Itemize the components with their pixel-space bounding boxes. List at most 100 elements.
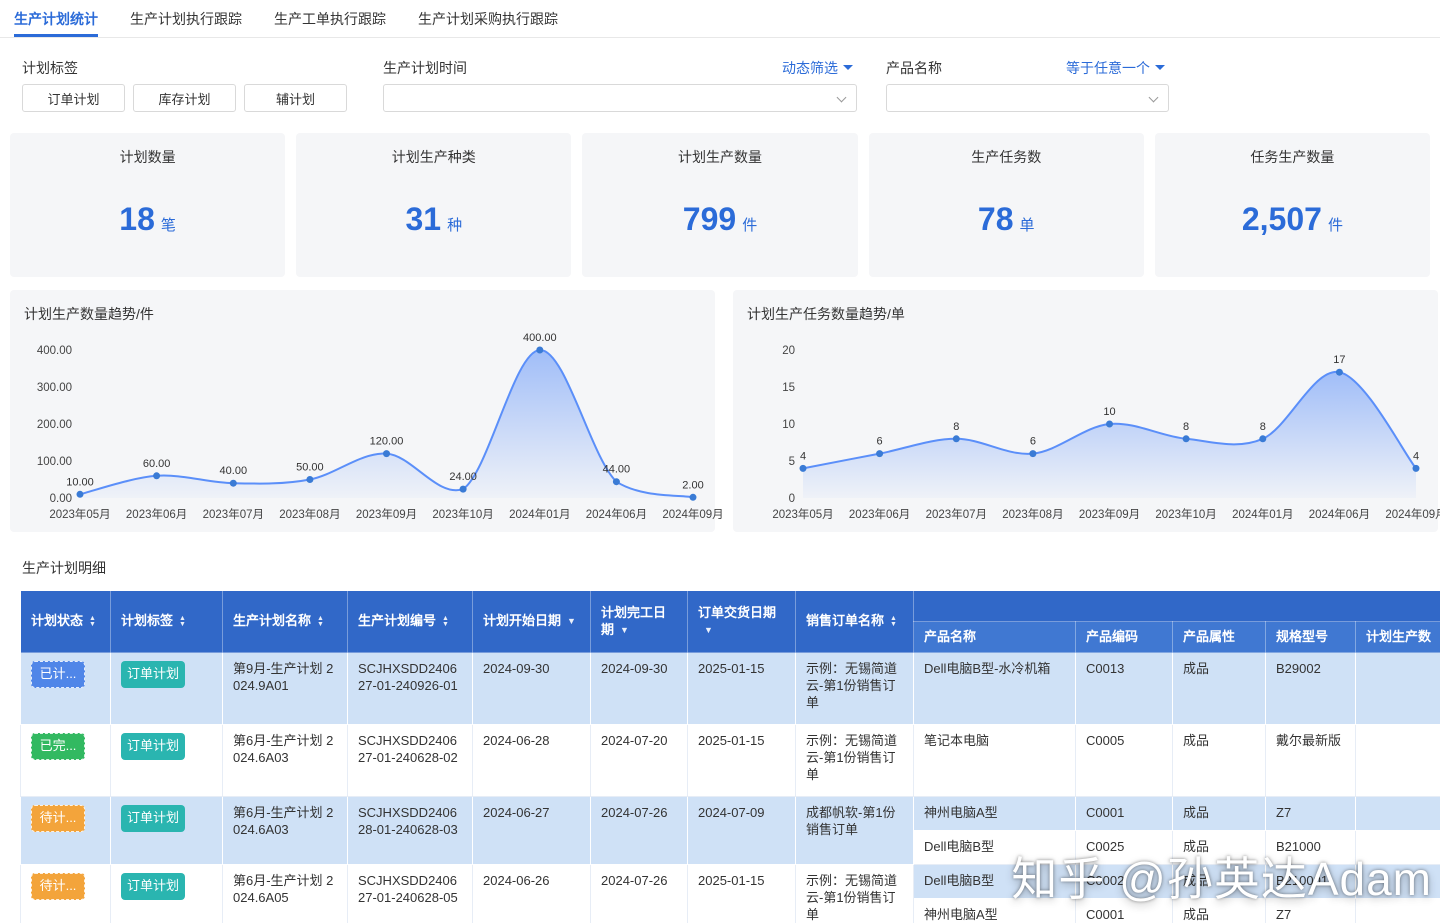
column-header-6[interactable]: 计划完工日期 ▼	[590, 590, 688, 653]
stat-card-title: 计划生产种类	[391, 149, 476, 165]
product-spec-cell: B210001	[1265, 863, 1356, 899]
plan-time-select[interactable]	[383, 84, 857, 112]
stat-card-5: 任务生产数量 2,507 件	[1154, 133, 1431, 277]
svg-text:20: 20	[782, 345, 795, 357]
svg-text:2023年05月: 2023年05月	[49, 507, 110, 521]
svg-text:2024年01月: 2024年01月	[1232, 507, 1293, 521]
status-cell: 已计...	[20, 652, 111, 725]
start-date-cell: 2024-06-28	[472, 724, 591, 797]
table-row[interactable]: 已完... 订单计划 第6月-生产计划 2024.6A03 SCJHXSDD24062…	[20, 724, 1440, 797]
svg-text:2.00: 2.00	[682, 479, 703, 491]
column-header-2[interactable]: 计划标签 ▲ ▼	[110, 590, 223, 653]
plan-name-cell: 第6月-生产计划 2024.6A03	[222, 724, 348, 797]
svg-text:2024年01月: 2024年01月	[509, 507, 570, 521]
stat-card-title: 生产任务数	[971, 149, 1042, 165]
stat-card-2: 计划生产种类 31 种	[296, 133, 572, 277]
svg-text:400.00: 400.00	[523, 332, 557, 344]
product-column-header-5[interactable]: 计划生产数	[1354, 621, 1440, 653]
delivery-date-cell: 2025-01-15	[687, 724, 796, 797]
product-column-header-1[interactable]: 产品名称	[913, 621, 1076, 653]
plan-tag-cell: 订单计划	[110, 863, 223, 923]
svg-text:2023年07月: 2023年07月	[203, 507, 264, 521]
product-code-cell: C0005	[1075, 724, 1173, 797]
plan-time-label: 生产计划时间	[383, 60, 467, 76]
svg-text:2024年06月: 2024年06月	[1309, 507, 1370, 521]
plan-label-option-2[interactable]: 库存计划	[133, 84, 236, 112]
start-date-cell: 2024-09-30	[472, 652, 591, 725]
plan-label-option-1[interactable]: 订单计划	[22, 84, 125, 112]
status-badge: 待计...	[31, 872, 85, 900]
product-name-select[interactable]	[886, 84, 1169, 112]
column-header-1[interactable]: 计划状态 ▲ ▼	[20, 590, 111, 653]
plan-tag-badge: 订单计划	[121, 661, 186, 688]
svg-text:24.00: 24.00	[449, 471, 477, 483]
product-spec-cell: 戴尔最新版	[1265, 724, 1356, 797]
svg-text:2024年06月: 2024年06月	[586, 507, 647, 521]
product-name-label: 产品名称	[886, 60, 942, 76]
tab-4[interactable]: 生产计划采购执行跟踪	[418, 0, 558, 37]
product-column-header-3[interactable]: 产品属性	[1172, 621, 1266, 653]
plan-tag-badge: 订单计划	[121, 733, 186, 760]
svg-text:5: 5	[789, 456, 795, 468]
svg-text:2024年09月: 2024年09月	[662, 507, 723, 521]
plan-qty-cell	[1354, 796, 1440, 831]
plan-label-option-3[interactable]: 辅计划	[244, 84, 347, 112]
sort-down-icon[interactable]: ▼	[620, 625, 629, 635]
product-spec-cell: Z7	[1265, 796, 1356, 831]
plan-name-cell: 第6月-生产计划 2024.6A05	[222, 863, 348, 923]
product-column-header-4[interactable]: 规格型号	[1265, 621, 1356, 653]
tab-3[interactable]: 生产工单执行跟踪	[274, 0, 386, 37]
stat-card-value: 799 件	[682, 201, 758, 237]
filter-section: 计划标签 订单计划 库存计划 辅计划 生产计划时间 动态筛选 产品名称 等于任意一个	[0, 50, 1440, 122]
table-row[interactable]: 待计... 订单计划 第6月-生产计划 2024.6A05 SCJHXSDD24062…	[20, 863, 1440, 923]
dynamic-filter-link[interactable]: 动态筛选	[782, 58, 853, 78]
svg-text:2023年06月: 2023年06月	[849, 507, 910, 521]
tab-2[interactable]: 生产计划执行跟踪	[130, 0, 242, 37]
sort-icon[interactable]: ▲ ▼	[317, 615, 324, 628]
stat-cards-row: 计划数量 18 笔 计划生产种类 31 种 计划生产数量 799 件 生产任务数 78…	[10, 133, 1431, 277]
sort-icon[interactable]: ▲ ▼	[890, 615, 897, 628]
svg-text:17: 17	[1333, 354, 1345, 366]
status-cell: 待计...	[20, 863, 111, 923]
svg-text:10: 10	[1103, 406, 1115, 418]
start-date-cell: 2024-06-27	[472, 796, 591, 865]
column-header-7[interactable]: 订单交货日期 ▼	[687, 590, 796, 653]
plan-no-cell: SCJHXSDD240628-01-240628-03	[347, 796, 473, 865]
sort-down-icon[interactable]: ▼	[567, 617, 576, 626]
delivery-date-cell: 2025-01-15	[687, 652, 796, 725]
product-name-cell: Dell电脑B型-水冷机箱	[913, 652, 1076, 725]
column-header-4[interactable]: 生产计划编号 ▲ ▼	[347, 590, 473, 653]
sort-icon[interactable]: ▲ ▼	[179, 615, 186, 628]
svg-text:6: 6	[1030, 436, 1036, 448]
sort-icon[interactable]: ▲ ▼	[89, 615, 96, 628]
equals-any-link[interactable]: 等于任意一个	[1066, 58, 1165, 78]
finish-date-cell: 2024-07-26	[590, 863, 688, 923]
sort-icon[interactable]: ▲ ▼	[442, 615, 449, 628]
column-header-8[interactable]: 销售订单名称 ▲ ▼	[795, 590, 914, 653]
stat-card-title: 计划生产数量	[678, 149, 762, 165]
product-column-header-2[interactable]: 产品编码	[1075, 621, 1173, 653]
plan-detail-table-wrap: 计划状态 ▲ ▼ 计划标签 ▲ ▼ 生产计划名称 ▲ ▼ 生产计划编号 ▲ ▼ 计划开始日期 ▼ 计划完工日…	[20, 590, 1440, 923]
task-trend-panel: 计划生产任务数量趋势/单 0 5 10 15 20 4 2023年05月 6 2023年06月 8…	[733, 290, 1440, 532]
table-row[interactable]: 已计... 订单计划 第9月-生产计划 2024.9A01 SCJHXSDD24062…	[20, 652, 1440, 725]
column-header-5[interactable]: 计划开始日期 ▼	[472, 590, 591, 653]
svg-text:2023年09月: 2023年09月	[356, 507, 417, 521]
plan-qty-cell	[1354, 897, 1440, 923]
svg-text:2023年09月: 2023年09月	[1079, 507, 1140, 521]
plan-no-cell: SCJHXSDD240627-01-240628-05	[347, 863, 473, 923]
stat-card-title: 计划数量	[119, 149, 176, 165]
sort-down-icon[interactable]: ▼	[704, 625, 713, 635]
stat-card-1: 计划数量 18 笔	[10, 133, 286, 277]
charts-row: 计划生产数量趋势/件 0.00 100.00 200.00 300.00 400.00 1…	[10, 290, 1440, 532]
chart-title: 计划生产任务数量趋势/单	[747, 306, 905, 322]
top-tab-bar: 生产计划统计 生产计划执行跟踪 生产工单执行跟踪 生产计划采购执行跟踪	[0, 0, 1440, 38]
svg-text:2023年10月: 2023年10月	[1155, 507, 1216, 521]
table-row[interactable]: 待计... 订单计划 第6月-生产计划 2024.6A03 SCJHXSDD24062…	[20, 796, 1440, 865]
svg-text:100.00: 100.00	[37, 456, 72, 468]
svg-text:300.00: 300.00	[37, 382, 72, 394]
svg-text:10: 10	[782, 419, 795, 431]
plan-no-cell: SCJHXSDD240627-01-240926-01	[347, 652, 473, 725]
finish-date-cell: 2024-07-26	[590, 796, 688, 865]
tab-1[interactable]: 生产计划统计	[14, 0, 98, 37]
column-header-3[interactable]: 生产计划名称 ▲ ▼	[222, 590, 348, 653]
